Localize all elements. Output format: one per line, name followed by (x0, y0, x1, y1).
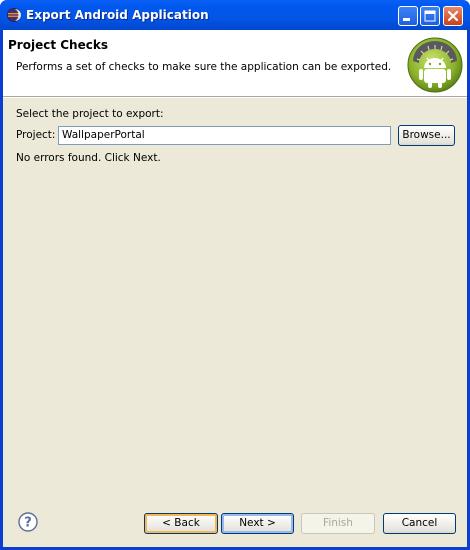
finish-button[interactable]: Finish (301, 513, 375, 534)
export-android-dialog: Export Android Application Project Check… (0, 0, 470, 550)
cancel-button[interactable]: Cancel (383, 513, 456, 534)
maximize-icon (424, 10, 436, 22)
svg-text:?: ? (24, 516, 32, 531)
page-title: Project Checks (8, 38, 108, 52)
status-message: No errors found. Click Next. (16, 152, 161, 164)
maximize-button[interactable] (420, 6, 440, 26)
dialog-body: Project Checks Performs a set of checks … (3, 30, 467, 547)
window-title: Export Android Application (26, 8, 209, 22)
wizard-banner: Project Checks Performs a set of checks … (3, 30, 467, 97)
browse-button[interactable]: Browse... (398, 125, 455, 146)
instruction-label: Select the project to export: (16, 108, 164, 120)
minimize-button[interactable] (398, 6, 418, 26)
minimize-icon (403, 18, 410, 21)
close-icon (447, 10, 459, 22)
page-description: Performs a set of checks to make sure th… (16, 61, 392, 73)
close-button[interactable] (443, 6, 463, 26)
banner-separator (3, 97, 467, 98)
next-button[interactable]: Next > (221, 513, 294, 534)
title-bar[interactable]: Export Android Application (0, 0, 470, 30)
back-button[interactable]: < Back (144, 513, 218, 534)
help-icon[interactable]: ? (18, 512, 38, 532)
eclipse-icon (7, 8, 21, 22)
project-label: Project: (16, 129, 56, 141)
project-input[interactable]: WallpaperPortal (58, 126, 391, 145)
android-logo-icon (407, 37, 463, 93)
